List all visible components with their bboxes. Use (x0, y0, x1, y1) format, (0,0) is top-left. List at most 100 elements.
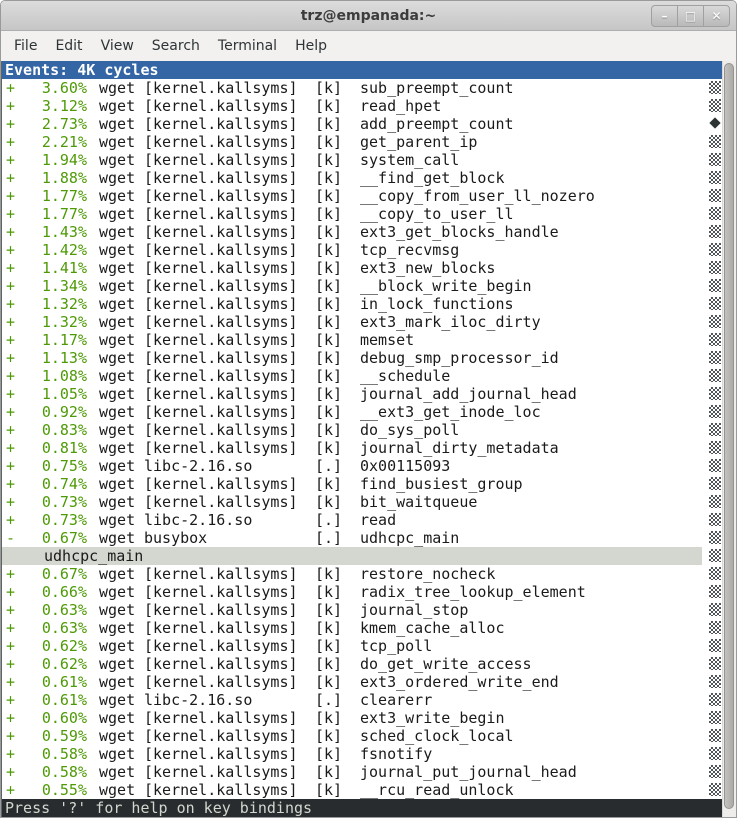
perf-row[interactable]: + 0.61% wget libc-2.16.so [.] clearerr (2, 691, 723, 709)
shared-object: [kernel.kallsyms] (144, 151, 297, 169)
perf-row[interactable]: + 1.42% wget [kernel.kallsyms] [k] tcp_r… (2, 241, 723, 259)
menu-item-help[interactable]: Help (286, 34, 336, 58)
expand-marker[interactable]: + (6, 151, 15, 169)
menu-item-search[interactable]: Search (143, 34, 209, 58)
perf-row[interactable]: + 0.75% wget libc-2.16.so [.] 0x00115093 (2, 457, 723, 475)
expand-marker[interactable]: + (6, 637, 15, 655)
expand-marker[interactable]: + (6, 583, 15, 601)
perf-row[interactable]: + 1.34% wget [kernel.kallsyms] [k] __blo… (2, 277, 723, 295)
expand-marker[interactable]: + (6, 79, 15, 97)
expand-marker[interactable]: + (6, 169, 15, 187)
perf-row[interactable]: + 1.08% wget [kernel.kallsyms] [k] __sch… (2, 367, 723, 385)
perf-row[interactable]: + 1.32% wget [kernel.kallsyms] [k] ext3_… (2, 313, 723, 331)
perf-row[interactable]: + 3.12% wget [kernel.kallsyms] [k] read_… (2, 97, 723, 115)
expand-marker[interactable]: + (6, 223, 15, 241)
maximize-button[interactable]: □ (677, 5, 704, 27)
expand-marker[interactable]: + (6, 349, 15, 367)
expand-marker[interactable]: + (6, 403, 15, 421)
symbol-name: tcp_recvmsg (360, 241, 459, 259)
expand-marker[interactable]: + (6, 565, 15, 583)
perf-row[interactable]: + 1.13% wget [kernel.kallsyms] [k] debug… (2, 349, 723, 367)
perf-row[interactable]: + 0.58% wget [kernel.kallsyms] [k] journ… (2, 763, 723, 781)
perf-row[interactable]: - 0.67% wget busybox [.] udhcpc_main (2, 529, 723, 547)
expand-marker[interactable]: + (6, 457, 15, 475)
expand-marker[interactable]: + (6, 421, 15, 439)
expand-marker[interactable]: + (6, 601, 15, 619)
expand-marker[interactable]: - (6, 529, 15, 547)
perf-row[interactable]: + 2.73% wget [kernel.kallsyms] [k] add_p… (2, 115, 723, 133)
perf-row[interactable]: + 0.83% wget [kernel.kallsyms] [k] do_sy… (2, 421, 723, 439)
perf-row[interactable]: + 0.63% wget [kernel.kallsyms] [k] journ… (2, 601, 723, 619)
menu-item-edit[interactable]: Edit (46, 34, 91, 58)
expand-marker[interactable]: + (6, 277, 15, 295)
perf-row[interactable]: + 0.62% wget [kernel.kallsyms] [k] do_ge… (2, 655, 723, 673)
perf-row[interactable]: + 0.81% wget [kernel.kallsyms] [k] journ… (2, 439, 723, 457)
perf-row[interactable]: + 1.05% wget [kernel.kallsyms] [k] journ… (2, 385, 723, 403)
minimize-button[interactable]: – (651, 5, 678, 27)
menu-item-file[interactable]: File (5, 34, 46, 58)
titlebar[interactable]: trz@empanada:~ –□✕ (1, 1, 736, 31)
perf-row[interactable]: + 0.74% wget [kernel.kallsyms] [k] find_… (2, 475, 723, 493)
perf-row[interactable]: + 0.63% wget [kernel.kallsyms] [k] kmem_… (2, 619, 723, 637)
perf-row[interactable]: + 0.67% wget [kernel.kallsyms] [k] resto… (2, 565, 723, 583)
expand-marker[interactable]: + (6, 655, 15, 673)
perf-row[interactable]: + 0.92% wget [kernel.kallsyms] [k] __ext… (2, 403, 723, 421)
perf-row[interactable]: + 1.88% wget [kernel.kallsyms] [k] __fin… (2, 169, 723, 187)
expand-marker[interactable]: + (6, 691, 15, 709)
perf-row[interactable]: + 1.32% wget [kernel.kallsyms] [k] in_lo… (2, 295, 723, 313)
expand-marker[interactable]: + (6, 673, 15, 691)
perf-row[interactable]: + 2.21% wget [kernel.kallsyms] [k] get_p… (2, 133, 723, 151)
expand-marker[interactable]: + (6, 295, 15, 313)
shared-object: [kernel.kallsyms] (144, 259, 297, 277)
expand-marker[interactable]: + (6, 241, 15, 259)
perf-row[interactable]: + 1.41% wget [kernel.kallsyms] [k] ext3_… (2, 259, 723, 277)
expand-marker[interactable]: + (6, 205, 15, 223)
symbol-type: [k] (315, 151, 342, 169)
symbol-type: [k] (315, 295, 342, 313)
gtk-scrollbar-thumb[interactable] (724, 63, 734, 809)
expand-marker[interactable]: + (6, 367, 15, 385)
perf-row[interactable]: + 0.60% wget [kernel.kallsyms] [k] ext3_… (2, 709, 723, 727)
expand-marker[interactable]: + (6, 763, 15, 781)
perf-row[interactable]: + 0.73% wget [kernel.kallsyms] [k] bit_w… (2, 493, 723, 511)
overhead-percent: 0.75% (15, 457, 87, 475)
expand-marker[interactable]: + (6, 331, 15, 349)
perf-row[interactable]: + 1.43% wget [kernel.kallsyms] [k] ext3_… (2, 223, 723, 241)
perf-row[interactable]: + 0.55% wget [kernel.kallsyms] [k] __rcu… (2, 781, 723, 799)
perf-row[interactable]: + 0.66% wget [kernel.kallsyms] [k] radix… (2, 583, 723, 601)
expand-marker[interactable]: + (6, 475, 15, 493)
expand-marker[interactable]: + (6, 187, 15, 205)
perf-row[interactable]: + 1.77% wget [kernel.kallsyms] [k] __cop… (2, 187, 723, 205)
expand-marker[interactable]: + (6, 115, 15, 133)
expand-marker[interactable]: + (6, 745, 15, 763)
gtk-scrollbar-track[interactable] (722, 61, 736, 817)
menu-item-terminal[interactable]: Terminal (209, 34, 286, 58)
perf-row[interactable]: + 0.62% wget [kernel.kallsyms] [k] tcp_p… (2, 637, 723, 655)
perf-child-row[interactable]: udhcpc_main (2, 547, 723, 565)
perf-row[interactable]: + 3.60% wget [kernel.kallsyms] [k] sub_p… (2, 79, 723, 97)
expand-marker[interactable]: + (6, 619, 15, 637)
expand-marker[interactable]: + (6, 727, 15, 745)
expand-marker[interactable]: + (6, 259, 15, 277)
command: wget (99, 313, 135, 331)
expand-marker[interactable]: + (6, 313, 15, 331)
expand-marker[interactable]: + (6, 709, 15, 727)
perf-row[interactable]: + 0.61% wget [kernel.kallsyms] [k] ext3_… (2, 673, 723, 691)
perf-row[interactable]: + 1.17% wget [kernel.kallsyms] [k] memse… (2, 331, 723, 349)
perf-row[interactable]: + 0.59% wget [kernel.kallsyms] [k] sched… (2, 727, 723, 745)
expand-marker[interactable]: + (6, 493, 15, 511)
symbol-name: __copy_to_user_ll (360, 205, 514, 223)
menu-item-view[interactable]: View (92, 34, 143, 58)
perf-row[interactable]: + 0.73% wget libc-2.16.so [.] read (2, 511, 723, 529)
perf-row[interactable]: + 1.77% wget [kernel.kallsyms] [k] __cop… (2, 205, 723, 223)
expand-marker[interactable]: + (6, 385, 15, 403)
expand-marker[interactable]: + (6, 439, 15, 457)
perf-row[interactable]: + 0.58% wget [kernel.kallsyms] [k] fsnot… (2, 745, 723, 763)
expand-marker[interactable]: + (6, 97, 15, 115)
close-button[interactable]: ✕ (703, 5, 730, 27)
expand-marker[interactable]: + (6, 133, 15, 151)
row-scrollbar-thumb-diamond-icon (709, 117, 721, 130)
perf-row[interactable]: + 1.94% wget [kernel.kallsyms] [k] syste… (2, 151, 723, 169)
expand-marker[interactable]: + (6, 781, 15, 799)
expand-marker[interactable]: + (6, 511, 15, 529)
